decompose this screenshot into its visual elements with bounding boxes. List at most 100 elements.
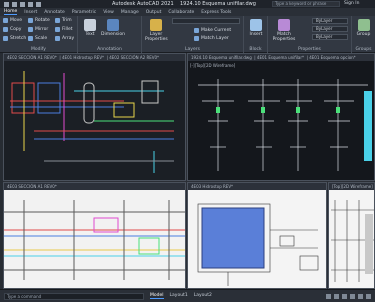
drawing-tab[interactable]: 4E01 Hidrostop REV* bbox=[62, 55, 104, 60]
scale-icon bbox=[28, 36, 33, 41]
ribbon: Move Rotate Trim Copy Mirror Fillet Stre… bbox=[0, 16, 375, 53]
ribbon-tab-parametric[interactable]: Parametric bbox=[72, 10, 96, 15]
layers-panel-title[interactable]: Layers bbox=[142, 47, 243, 52]
drawing-canvas[interactable] bbox=[4, 61, 186, 181]
viewport-bottom-left[interactable]: 4E03 SECCIÓN A1 REV0* bbox=[3, 182, 186, 289]
ribbon-tab-view[interactable]: View bbox=[103, 10, 114, 15]
layout-tab-layout1[interactable]: Layout1 bbox=[170, 293, 188, 299]
drawing-tab[interactable]: 4E01 Esquema opcion* bbox=[309, 55, 355, 60]
viewport-tabs: [Top][2D Wireframe] bbox=[329, 183, 374, 190]
stretch-icon bbox=[3, 36, 8, 41]
drawing-tab[interactable]: 4E03 SECCIÓN A1 REV0* bbox=[7, 184, 57, 189]
layer-dropdown[interactable] bbox=[172, 18, 240, 24]
trim-tool[interactable]: Trim bbox=[55, 18, 72, 23]
color-dropdown[interactable]: ByLayer bbox=[312, 18, 348, 24]
linetype-dropdown[interactable]: ByLayer bbox=[312, 26, 348, 32]
drawing-tab[interactable]: 4E02 SECCIÓN A1 REV0* bbox=[7, 55, 57, 60]
app-title: Autodesk AutoCAD 2021 bbox=[112, 1, 174, 7]
title-bar: Autodesk AutoCAD 2021 1924.10 Esquema un… bbox=[0, 0, 375, 8]
insert-icon bbox=[250, 19, 262, 31]
ribbon-tabs: Home Insert Annotate Parametric View Manage Ou… bbox=[0, 8, 375, 16]
viewport-top-right[interactable]: 1924.10 Esquema unifilar.dwg | 4E01 Esqu… bbox=[187, 53, 375, 181]
command-line[interactable]: Type a command bbox=[4, 293, 144, 300]
view-label[interactable]: [-][Top][2D Wireframe] bbox=[190, 63, 236, 68]
undo-icon[interactable] bbox=[28, 1, 33, 7]
text-tool[interactable]: Text bbox=[82, 19, 98, 37]
ribbon-tab-annotate[interactable]: Annotate bbox=[44, 10, 65, 15]
drawing-tab[interactable]: 4E01 Esquema unifilar* bbox=[257, 55, 304, 60]
osnap-icon[interactable] bbox=[358, 294, 363, 299]
move-tool[interactable]: Move bbox=[3, 18, 22, 23]
match-properties-tool[interactable]: Match Properties bbox=[270, 19, 298, 42]
drawing-canvas[interactable] bbox=[329, 190, 375, 289]
make-current-icon bbox=[194, 28, 199, 33]
copy-icon bbox=[3, 27, 8, 32]
drawing-tab[interactable]: 4E03 Hidrostop REV* bbox=[191, 184, 233, 189]
ribbon-tab-output[interactable]: Output bbox=[146, 10, 162, 15]
stretch-tool[interactable]: Stretch bbox=[3, 36, 26, 41]
match-properties-icon bbox=[278, 19, 290, 31]
open-icon[interactable] bbox=[12, 1, 17, 7]
drawing-canvas[interactable] bbox=[188, 190, 327, 289]
ortho-icon[interactable] bbox=[342, 294, 347, 299]
block-panel-title[interactable]: Block bbox=[244, 47, 267, 52]
ribbon-tab-insert[interactable]: Insert bbox=[24, 10, 37, 15]
groups-panel-title[interactable]: Groups bbox=[352, 47, 375, 52]
annotation-panel-title[interactable]: Annotation bbox=[78, 47, 141, 52]
layer-properties-tool[interactable]: Layer Properties bbox=[145, 19, 168, 42]
save-icon[interactable] bbox=[20, 1, 25, 7]
polar-icon[interactable] bbox=[350, 294, 355, 299]
copy-tool[interactable]: Copy bbox=[3, 27, 21, 32]
ribbon-tab-home[interactable]: Home bbox=[4, 9, 18, 15]
modify-panel-title[interactable]: Modify bbox=[0, 47, 77, 52]
group-tool[interactable]: Group bbox=[355, 19, 372, 37]
drawing-tab[interactable]: 1924.10 Esquema unifilar.dwg bbox=[191, 55, 252, 60]
ribbon-tab-manage[interactable]: Manage bbox=[121, 10, 139, 15]
drawing-tab[interactable]: 4E02 SECCIÓN A2 REV0* bbox=[109, 55, 159, 60]
viewport-tabs: 1924.10 Esquema unifilar.dwg | 4E01 Esqu… bbox=[188, 54, 374, 61]
quick-access-toolbar bbox=[4, 1, 41, 7]
search-input[interactable]: Type a keyword or phrase bbox=[272, 1, 340, 7]
dimension-tool[interactable]: Dimension bbox=[100, 19, 126, 37]
groups-panel: Group Groups bbox=[352, 16, 375, 53]
settings-icon[interactable] bbox=[366, 294, 371, 299]
sign-in-link[interactable]: Sign In bbox=[344, 1, 359, 6]
snap-icon[interactable] bbox=[334, 294, 339, 299]
layout-tab-layout2[interactable]: Layout2 bbox=[194, 293, 212, 299]
status-toggles bbox=[326, 294, 371, 299]
insert-tool[interactable]: Insert bbox=[247, 19, 265, 37]
ribbon-tab-express-tools[interactable]: Express Tools bbox=[201, 10, 231, 15]
match-layer-tool[interactable]: Match Layer bbox=[194, 36, 229, 41]
layer-properties-icon bbox=[150, 19, 162, 31]
scale-tool[interactable]: Scale bbox=[28, 36, 47, 41]
grid-icon[interactable] bbox=[326, 294, 331, 299]
drawing-canvas[interactable] bbox=[4, 190, 186, 289]
block-panel: Insert Block bbox=[244, 16, 268, 53]
status-bar: Type a command Model Layout1 Layout2 bbox=[0, 289, 375, 302]
viewport-tabs: 4E02 SECCIÓN A1 REV0* | 4E01 Hidrostop R… bbox=[4, 54, 185, 61]
fillet-icon bbox=[55, 27, 60, 32]
lineweight-dropdown[interactable]: ByLayer bbox=[312, 34, 348, 40]
array-tool[interactable]: Array bbox=[55, 36, 74, 41]
text-icon bbox=[84, 19, 96, 31]
annotation-panel: Text Dimension Annotation bbox=[78, 16, 142, 53]
modify-panel: Move Rotate Trim Copy Mirror Fillet Stre… bbox=[0, 16, 78, 53]
drawing-tab[interactable]: [Top][2D Wireframe] bbox=[332, 184, 373, 189]
dimension-icon bbox=[107, 19, 119, 31]
trim-icon bbox=[55, 18, 60, 23]
layout-tab-model[interactable]: Model bbox=[150, 293, 164, 299]
make-current-tool[interactable]: Make Current bbox=[194, 28, 231, 33]
viewport-top-left[interactable]: 4E02 SECCIÓN A1 REV0* | 4E01 Hidrostop R… bbox=[3, 53, 186, 181]
mirror-tool[interactable]: Mirror bbox=[28, 27, 48, 32]
layout-tabs: Model Layout1 Layout2 bbox=[150, 293, 212, 299]
window-title: Autodesk AutoCAD 2021 1924.10 Esquema un… bbox=[112, 1, 256, 7]
drawing-canvas[interactable]: [-][Top][2D Wireframe] bbox=[188, 61, 375, 181]
viewport-bottom-middle[interactable]: 4E03 Hidrostop REV* bbox=[187, 182, 327, 289]
properties-panel-title[interactable]: Properties bbox=[268, 47, 351, 52]
rotate-tool[interactable]: Rotate bbox=[28, 18, 50, 23]
fillet-tool[interactable]: Fillet bbox=[55, 27, 73, 32]
viewport-bottom-right[interactable]: [Top][2D Wireframe] bbox=[328, 182, 375, 289]
ribbon-tab-collaborate[interactable]: Collaborate bbox=[168, 10, 194, 15]
redo-icon[interactable] bbox=[36, 1, 41, 7]
new-icon[interactable] bbox=[4, 1, 9, 7]
